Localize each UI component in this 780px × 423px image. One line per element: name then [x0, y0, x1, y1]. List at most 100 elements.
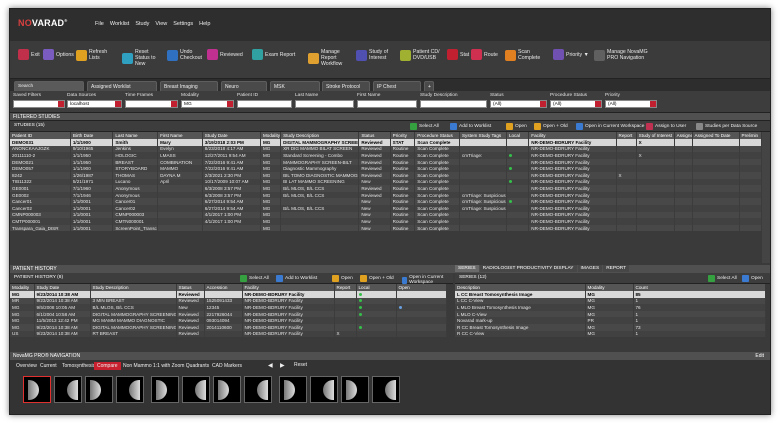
column-report[interactable]: Report	[334, 284, 357, 291]
filter-modality-field[interactable]: MG	[181, 100, 234, 108]
series-tab-radiologist-productivity-display[interactable]: RADIOLOGIST PRODUCTIVITY DISPLAY	[479, 265, 577, 272]
column-status[interactable]: Status	[358, 132, 391, 139]
column-open[interactable]: Open	[396, 284, 447, 291]
table-row[interactable]: MR 9/23/2014 10:38 AM 3 MIN BREAST Reviewed…	[10, 297, 447, 305]
study-of-interest-button[interactable]: Study of Interest	[356, 49, 396, 61]
undo-checkout-button[interactable]: Undo Checkout	[167, 49, 203, 61]
column-priority[interactable]: Priority	[390, 132, 416, 139]
mammogram-thumbnail[interactable]	[244, 376, 272, 403]
table-row[interactable]: DEMO031 1/1/1900 Smith Mary 3/19/2018 2:03 P…	[10, 139, 762, 146]
table-row[interactable]: R CC Breast Tomosynthesis Image MG 73	[455, 323, 766, 331]
mammogram-thumbnail[interactable]	[372, 376, 400, 403]
filter-saved-filters-field[interactable]	[13, 100, 65, 108]
filter-procedure-status-field[interactable]: (All)	[550, 100, 602, 108]
open-in-current-workspace-button[interactable]: Open in Current Workspace	[576, 123, 644, 130]
table-row[interactable]: MG 9/23/2014 10:38 AM DIGITAL MAMMOGRAPHY …	[10, 323, 447, 331]
filter-last-name-field[interactable]	[295, 100, 354, 108]
nav-tab-cad-markers[interactable]: CAD Markers	[209, 362, 245, 370]
column-assigne[interactable]: Assigne	[674, 132, 693, 139]
filter-study-description-field[interactable]	[420, 100, 487, 108]
column-patient-id[interactable]: Patient ID	[10, 132, 71, 139]
table-row[interactable]: R CC C-View MG 1	[455, 330, 766, 338]
table-row[interactable]: CMTP000001 1/1/0001 CMTN000001 4/1/2017 1:0…	[10, 218, 762, 225]
column-status[interactable]: Status	[176, 284, 205, 291]
nav-tab-overview[interactable]: Overview	[13, 362, 40, 370]
column-study-date[interactable]: Study Date	[202, 132, 261, 139]
dropdown-arrow-icon[interactable]	[171, 101, 177, 107]
series-tab-report[interactable]: REPORT	[603, 265, 630, 272]
menu-view[interactable]: View	[155, 21, 167, 27]
mammogram-thumbnail[interactable]	[341, 376, 369, 403]
nav-tab-tomosynthesis[interactable]: Tomosynthesis	[59, 362, 98, 370]
open-button[interactable]: Open	[742, 275, 763, 282]
exit-button[interactable]: Exit	[18, 49, 40, 60]
table-row[interactable]: 8242 1/26/1987 THOMAS DAYNA M 2/3/2021 2:30 …	[10, 171, 762, 179]
filter-first-name-field[interactable]	[357, 100, 417, 108]
column-modality[interactable]: Modality	[260, 132, 282, 139]
mammogram-thumbnail[interactable]	[151, 376, 179, 403]
table-row[interactable]: L CC C-View MG 1	[455, 297, 766, 305]
studies-per-data-source-button[interactable]: Studies per Data Source	[696, 123, 757, 130]
column-modality[interactable]: Modality	[585, 284, 634, 291]
tab-ip-chest[interactable]: IP Chest	[373, 81, 421, 91]
column-accession[interactable]: Accession	[204, 284, 243, 291]
table-row[interactable]: GE0001 7/1/1960 Anonymous 6/3/2008 3:57 PM M…	[10, 185, 762, 192]
mammogram-thumbnail[interactable]	[85, 376, 113, 403]
dropdown-arrow-icon[interactable]	[540, 101, 546, 107]
reviewed-button[interactable]: Reviewed	[207, 49, 247, 60]
next-arrow-icon[interactable]: ▶	[280, 362, 285, 369]
reset-status-to-new-button[interactable]: Reset Status to New	[122, 49, 164, 67]
column-study-description[interactable]: Study Description	[280, 132, 360, 139]
table-row[interactable]: TIB11322 5/21/1971 Lucano April 10/17/2009 1…	[10, 178, 762, 186]
menu-worklist[interactable]: Worklist	[110, 21, 129, 27]
dropdown-arrow-icon[interactable]	[115, 101, 121, 107]
filter-data-sources-field[interactable]: localhost	[67, 100, 122, 108]
column-facility[interactable]: Facility	[528, 132, 617, 139]
manage-report-workflow-button[interactable]: Manage Report Workflow	[308, 49, 352, 67]
dropdown-arrow-icon[interactable]	[58, 101, 64, 107]
reset-button[interactable]: Reset	[294, 362, 307, 368]
column-first-name[interactable]: First Name	[157, 132, 203, 139]
options-button[interactable]: Options	[43, 49, 74, 60]
table-row[interactable]: Cancer01 1/1/0001 Cancer01 6/27/2014 9:54 A…	[10, 198, 762, 205]
mammogram-thumbnail[interactable]	[182, 376, 210, 403]
column-modality[interactable]: Modality	[10, 284, 35, 291]
column-study-of-interest[interactable]: Study of Interest	[636, 132, 675, 139]
filter-time-frames-field[interactable]	[125, 100, 178, 108]
table-row[interactable]: 20111110-2 1/1/1950 HOLOGIC LMASS 12/27/2011…	[10, 152, 762, 159]
open-button[interactable]: Open	[506, 123, 527, 130]
route-button[interactable]: Route	[471, 49, 501, 60]
tab-breast-imaging[interactable]: Breast Imaging	[160, 81, 218, 91]
tab-search[interactable]: Search	[14, 81, 84, 91]
open-in-current-workspace-button[interactable]: Open in Current Workspace	[402, 275, 453, 285]
exam-report-button[interactable]: Exam Report	[252, 49, 302, 60]
open-old-button[interactable]: Open + Old	[534, 123, 568, 130]
column-facility[interactable]: Facility	[242, 284, 335, 291]
table-row[interactable]: ANONCKAAJGZK 9/10/1965 Jenkins Evelyn 8/23/2…	[10, 145, 762, 153]
manage-novamg-pro-navigation-button[interactable]: Manage NovaMG PRO Navigation	[594, 49, 654, 61]
table-row[interactable]: Cancer02 1/1/0001 Cancer02 6/27/2014 9:54 A…	[10, 204, 762, 212]
column-system-study-tags[interactable]: System Study Tags	[459, 132, 507, 139]
mammogram-thumbnail[interactable]	[116, 376, 144, 403]
select-all-button[interactable]: Select All	[410, 123, 439, 130]
nav-tab-current[interactable]: Current	[37, 362, 60, 370]
column-study-description[interactable]: Study Description	[90, 284, 177, 291]
stat-button[interactable]: Stat	[447, 49, 469, 60]
table-row[interactable]: US 9/23/2014 10:38 AM RT BREAST Reviewed NR-…	[10, 330, 447, 338]
table-row[interactable]: MG 6/1/2004 10:58 AM DIGITAL MAMMOGRAPHY S…	[10, 310, 447, 318]
column-prelimin[interactable]: Prelimin	[739, 132, 762, 139]
add-to-worklist-button[interactable]: Add to Worklist	[276, 275, 317, 282]
mammogram-thumbnail[interactable]	[279, 376, 307, 403]
column-count[interactable]: Count	[633, 284, 766, 291]
prev-arrow-icon[interactable]: ◀	[268, 362, 273, 369]
column-procedure-status[interactable]: Procedure Status	[414, 132, 460, 139]
filter-status-field[interactable]: (All)	[490, 100, 547, 108]
tab-assigned-worklist[interactable]: Assigned Worklist	[87, 81, 157, 91]
menu-study[interactable]: Study	[135, 21, 149, 27]
menu-settings[interactable]: Settings	[173, 21, 193, 27]
table-row[interactable]: L MLO C-View MG 1	[455, 310, 766, 318]
column-assigned-to-date[interactable]: Assigned To Date	[692, 132, 740, 139]
table-row[interactable]: CMNP000003 1/1/0001 CMNP000003 4/1/2017 1:0…	[10, 211, 762, 219]
nav-tab-compare[interactable]: Compare	[94, 362, 121, 370]
table-row[interactable]: Transpara_Gaia_DISR 1/1/0001 ScreenPoint_T…	[10, 224, 762, 232]
